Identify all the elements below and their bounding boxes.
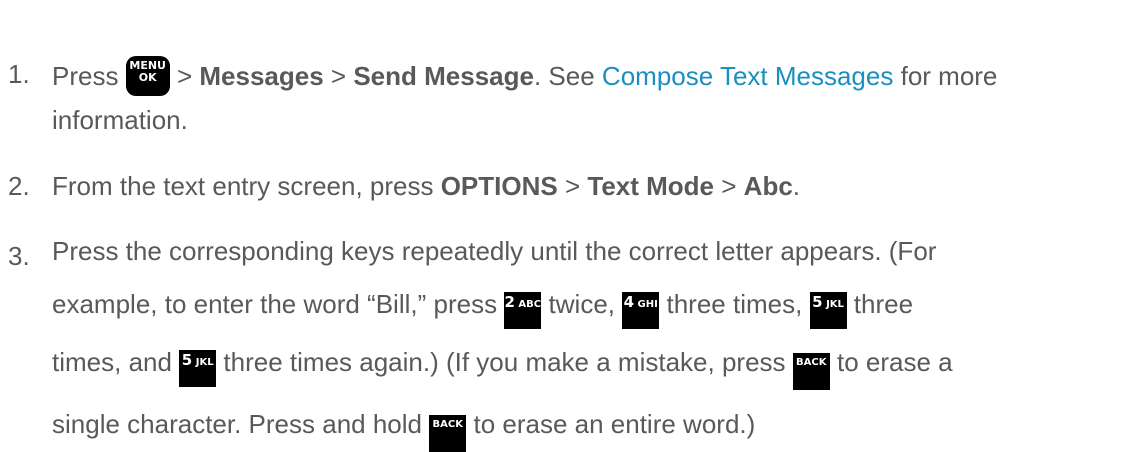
step-3: 3. Press the corresponding keys repeated… xyxy=(8,233,1133,452)
step-2: 2. From the text entry screen, press OPT… xyxy=(8,163,1133,209)
step-number: 3. xyxy=(8,241,30,271)
messages-label: Messages xyxy=(199,61,324,91)
compose-text-messages-link[interactable]: Compose Text Messages xyxy=(602,61,893,91)
step-1: 1. Press MENU OK > Messages > Send Messag… xyxy=(8,0,1133,138)
key-2-abc-icon: 2 ABC xyxy=(504,292,542,329)
step-text: Press xyxy=(52,61,119,91)
key-5-jkl-icon: 5 JKL xyxy=(179,350,217,387)
text-mode-label: Text Mode xyxy=(587,171,715,201)
step-number: 1. xyxy=(8,59,30,89)
step-number: 2. xyxy=(8,171,30,201)
back-key-icon: BACK xyxy=(429,415,467,452)
options-label: OPTIONS xyxy=(440,171,558,201)
menu-ok-key-icon: MENU OK xyxy=(125,56,170,96)
key-4-ghi-icon: 4 GHI xyxy=(622,292,660,329)
back-key-icon: BACK xyxy=(792,353,830,390)
abc-label: Abc xyxy=(743,171,793,201)
key-5-jkl-icon: 5 JKL xyxy=(809,292,847,329)
send-message-label: Send Message xyxy=(353,61,534,91)
instruction-steps: 1. Press MENU OK > Messages > Send Messag… xyxy=(8,0,1133,452)
